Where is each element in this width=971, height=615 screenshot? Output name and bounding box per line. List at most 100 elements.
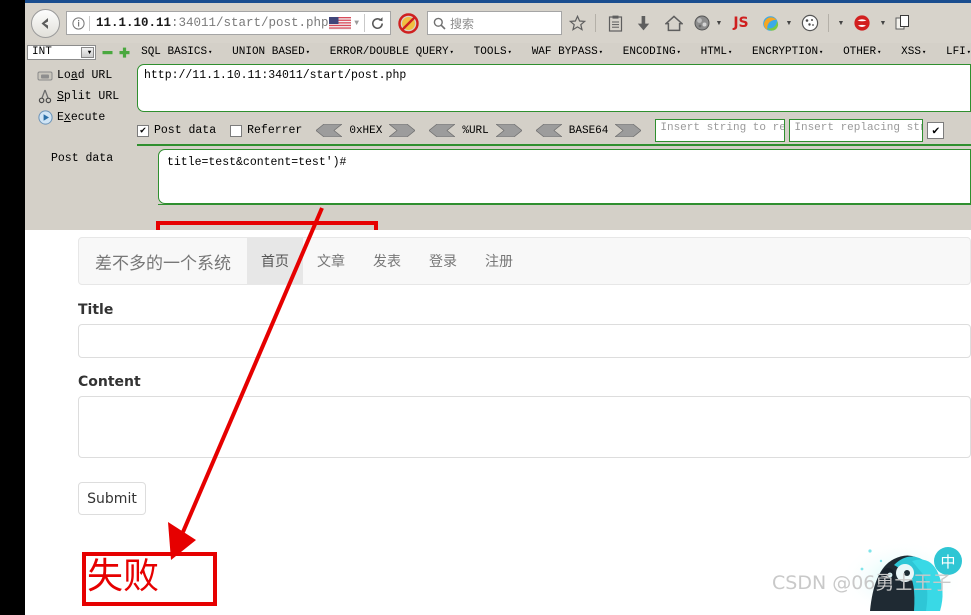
post-data-section-label: Post data xyxy=(51,152,114,165)
split-url-icon xyxy=(33,89,57,104)
hackbar-menu-waf-bypass[interactable]: WAF BYPASS▾ xyxy=(532,46,603,58)
hackbar-menu-encryption[interactable]: ENCRYPTION▾ xyxy=(752,46,823,58)
insert-replace-input[interactable]: Insert replacing string xyxy=(789,119,924,142)
referrer-checkbox-label: Referrer xyxy=(247,124,303,137)
referrer-checkbox[interactable]: Referrer xyxy=(230,124,302,137)
hackbar-panel: INT ▼ SQL BASICS▾ UNION BASED▾ ERROR/DOU… xyxy=(25,43,971,261)
nav-item-home[interactable]: 首页 xyxy=(247,238,303,284)
post-data-textarea[interactable]: title=test&content=test')# xyxy=(158,149,971,204)
hackbar-bottom-divider xyxy=(158,204,971,205)
downloads-icon[interactable] xyxy=(629,9,657,37)
title-field-label: Title xyxy=(78,302,114,318)
javascript-toggle-icon[interactable]: JS xyxy=(726,9,756,37)
converter-url: %URL xyxy=(428,123,523,138)
post-data-checkbox[interactable]: ✔ Post data xyxy=(137,124,216,137)
hackbar-menu-encoding[interactable]: ENCODING▾ xyxy=(623,46,681,58)
noscript-icon[interactable] xyxy=(398,12,419,34)
reading-list-icon[interactable] xyxy=(603,9,627,37)
hex-encode-arrow-icon[interactable] xyxy=(388,123,416,138)
hackbar-menu-items: SQL BASICS▾ UNION BASED▾ ERROR/DOUBLE QU… xyxy=(141,46,971,58)
insert-search-input[interactable]: Insert string to replace xyxy=(655,119,786,142)
csdn-watermark: 中 CSDN @06勇士王子 xyxy=(762,535,967,615)
hackbar-action-column: Load URL Split URL Execute xyxy=(33,65,138,128)
address-bar[interactable]: 11.1.10.11:34011/start/post.php ▼ xyxy=(66,11,391,35)
hackbar-menu-xss[interactable]: XSS▾ xyxy=(901,46,926,58)
execute-button[interactable]: Execute xyxy=(33,107,138,128)
post-data-value: title=test&content=test')# xyxy=(167,156,347,169)
web-page-content: 差不多的一个系统 首页 文章 发表 登录 注册 Title Content Su… xyxy=(25,230,971,615)
stylish-dropdown-caret-icon[interactable]: ▼ xyxy=(876,9,890,37)
firefox-swirl-icon[interactable] xyxy=(758,9,782,37)
execute-label: Execute xyxy=(57,111,106,124)
address-bar-path: :34011/start/post.php xyxy=(171,16,329,30)
toolbar-divider-2 xyxy=(828,14,829,32)
home-icon[interactable] xyxy=(659,9,689,37)
nav-item-login[interactable]: 登录 xyxy=(415,238,471,284)
hackbar-url-input[interactable]: http://11.1.10.11:34011/start/post.php xyxy=(137,64,971,112)
cookie-dropdown-caret-icon[interactable]: ▼ xyxy=(835,9,847,37)
load-url-button[interactable]: Load URL xyxy=(33,65,138,86)
post-data-checkbox-label: Post data xyxy=(154,124,217,137)
converter-url-label: %URL xyxy=(462,124,489,137)
hackbar-options-row: ✔ Post data Referrer 0xHEX %URL BASE64 I… xyxy=(137,117,971,144)
url-encode-arrow-icon[interactable] xyxy=(494,123,523,138)
info-icon[interactable] xyxy=(67,12,89,34)
base64-encode-arrow-icon[interactable] xyxy=(614,123,642,138)
hackbar-menu-row: INT ▼ SQL BASICS▾ UNION BASED▾ ERROR/DOU… xyxy=(25,43,971,61)
search-icon xyxy=(428,17,450,30)
toolbar-divider xyxy=(595,14,596,32)
plus-icon[interactable] xyxy=(119,46,130,58)
converter-base64: BASE64 xyxy=(535,123,642,138)
address-bar-url: 11.1.10.11:34011/start/post.php xyxy=(90,16,329,30)
address-bar-host: 11.1.10.11 xyxy=(96,16,172,30)
split-url-button[interactable]: Split URL xyxy=(33,86,138,107)
site-brand[interactable]: 差不多的一个系统 xyxy=(79,238,247,284)
hackbar-green-divider xyxy=(137,144,971,146)
execute-icon xyxy=(33,110,57,125)
load-url-icon xyxy=(33,69,57,83)
base64-decode-arrow-icon[interactable] xyxy=(535,123,563,138)
content-field-label: Content xyxy=(78,374,141,390)
back-button[interactable] xyxy=(31,8,60,38)
hackbar-menu-other[interactable]: OTHER▾ xyxy=(843,46,881,58)
hackbar-menu-lfi[interactable]: LFI▾ xyxy=(946,46,971,58)
nav-item-articles[interactable]: 文章 xyxy=(303,238,359,284)
hackbar-globe-icon[interactable] xyxy=(691,9,713,37)
hackbar-type-select-value: INT xyxy=(32,46,52,58)
chevron-down-icon[interactable]: ▼ xyxy=(353,19,364,28)
hackbar-menu-html[interactable]: HTML▾ xyxy=(701,46,733,58)
minus-icon[interactable] xyxy=(102,46,113,58)
hackbar-menu-union-based[interactable]: UNION BASED▾ xyxy=(232,46,310,58)
hackbar-url-value: http://11.1.10.11:34011/start/post.php xyxy=(144,69,407,82)
url-decode-arrow-icon[interactable] xyxy=(428,123,457,138)
site-navbar: 差不多的一个系统 首页 文章 发表 登录 注册 xyxy=(78,237,971,285)
hackbar-menu-error-double-query[interactable]: ERROR/DOUBLE QUERY▾ xyxy=(330,46,454,58)
search-box[interactable]: 搜索 xyxy=(427,11,562,35)
nav-item-register[interactable]: 注册 xyxy=(471,238,527,284)
load-url-label: Load URL xyxy=(57,69,113,82)
hex-decode-arrow-icon[interactable] xyxy=(315,123,344,138)
converter-hex: 0xHEX xyxy=(315,123,416,138)
chevron-down-icon[interactable]: ▼ xyxy=(81,46,95,58)
browser-toolbar: 11.1.10.11:34011/start/post.php ▼ 搜索 ▼ J… xyxy=(25,0,971,43)
replace-enable-checkbox[interactable]: ✔ xyxy=(927,122,945,139)
us-flag-icon[interactable] xyxy=(329,16,352,30)
hackbar-type-select[interactable]: INT ▼ xyxy=(27,44,97,60)
svg-text:中: 中 xyxy=(940,553,955,571)
back-arrow-icon xyxy=(37,15,54,32)
firefox-dropdown-caret-icon[interactable]: ▼ xyxy=(783,9,795,37)
post-form: Title Content Submit xyxy=(78,302,971,515)
hackbar-menu-sql-basics[interactable]: SQL BASICS▾ xyxy=(141,46,212,58)
submit-button[interactable]: Submit xyxy=(78,482,146,515)
cookie-manager-icon[interactable] xyxy=(797,9,823,37)
reload-icon[interactable] xyxy=(365,16,390,31)
content-textarea[interactable] xyxy=(78,396,971,458)
stylish-icon[interactable] xyxy=(849,9,875,37)
bookmark-star-icon[interactable] xyxy=(564,9,590,37)
title-input[interactable] xyxy=(78,324,971,358)
hackbar-dropdown-caret-icon[interactable]: ▼ xyxy=(714,9,724,37)
nav-item-publish[interactable]: 发表 xyxy=(359,238,415,284)
left-black-gutter xyxy=(0,0,25,615)
page-copy-icon[interactable] xyxy=(892,9,914,37)
hackbar-menu-tools[interactable]: TOOLS▾ xyxy=(474,46,512,58)
